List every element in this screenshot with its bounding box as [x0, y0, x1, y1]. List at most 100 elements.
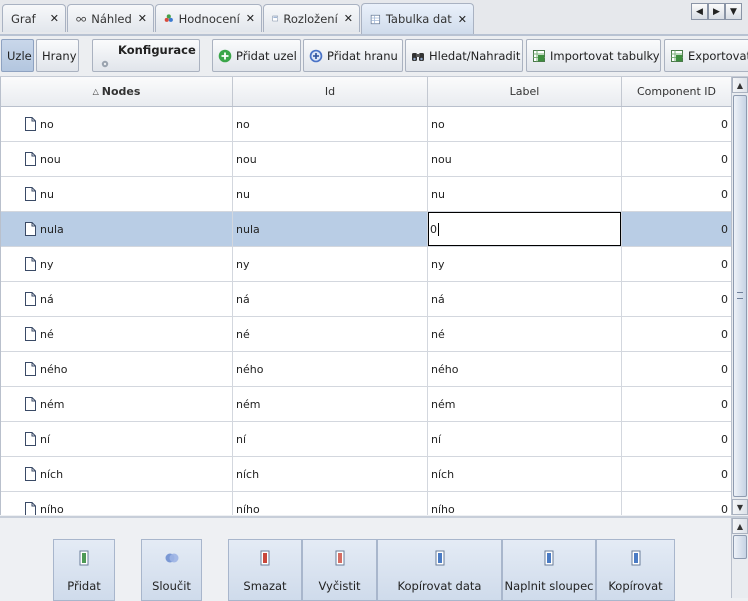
- scroll-down-icon[interactable]: ▼: [732, 499, 748, 515]
- import-spreadsheet-button[interactable]: Importovat tabulky: [526, 39, 661, 72]
- copy-button[interactable]: Kopírovat: [596, 539, 675, 601]
- close-icon[interactable]: ✕: [338, 12, 353, 25]
- table-cell-nodes[interactable]: ních: [1, 457, 233, 491]
- table-cell-component-id[interactable]: 0: [622, 177, 732, 211]
- column-header-component-id[interactable]: Component ID: [622, 77, 732, 106]
- tab-layout[interactable]: Rozložení ✕: [263, 4, 360, 32]
- close-icon[interactable]: ✕: [452, 13, 467, 26]
- table-cell-component-id[interactable]: 0: [622, 107, 732, 141]
- table-cell-label[interactable]: nou: [428, 142, 622, 176]
- table-cell-id[interactable]: nu: [233, 177, 428, 211]
- tab-graph[interactable]: Graf ✕: [2, 4, 66, 32]
- label-edit-field[interactable]: 0: [428, 212, 621, 246]
- column-header-id[interactable]: Id: [233, 77, 428, 106]
- table-cell-id[interactable]: ném: [233, 387, 428, 421]
- tab-scroll-left-icon[interactable]: ◀: [691, 3, 708, 20]
- table-cell-id[interactable]: ného: [233, 352, 428, 386]
- table-cell-id[interactable]: ní: [233, 422, 428, 456]
- table-cell-id[interactable]: ního: [233, 492, 428, 515]
- configuration-button[interactable]: Konfigurace: [92, 39, 200, 72]
- tab-statistics[interactable]: Hodnocení ✕: [155, 4, 262, 32]
- table-cell-label[interactable]: ního: [428, 492, 622, 515]
- fill-column-label: Naplnit sloupec: [504, 579, 594, 593]
- table-cell-label[interactable]: né: [428, 317, 622, 351]
- tab-scroll-right-icon[interactable]: ▶: [708, 3, 725, 20]
- table-cell-component-id[interactable]: 0: [622, 212, 732, 246]
- table-cell-label[interactable]: no: [428, 107, 622, 141]
- table-row[interactable]: ném ném ném 0: [1, 387, 732, 422]
- table-row[interactable]: né né né 0: [1, 317, 732, 352]
- table-cell-nodes[interactable]: né: [1, 317, 233, 351]
- tab-preview[interactable]: Náhled ✕: [67, 4, 154, 32]
- table-cell-id[interactable]: ních: [233, 457, 428, 491]
- table-cell-nodes[interactable]: nou: [1, 142, 233, 176]
- table-cell-component-id[interactable]: 0: [622, 387, 732, 421]
- table-row[interactable]: nu nu nu 0: [1, 177, 732, 212]
- nodes-toggle-button[interactable]: Uzle: [1, 39, 34, 72]
- delete-column-button[interactable]: Smazat: [228, 539, 302, 601]
- close-icon[interactable]: ✕: [240, 12, 255, 25]
- column-header-nodes[interactable]: △ Nodes: [1, 77, 233, 106]
- table-row[interactable]: ny ny ny 0: [1, 247, 732, 282]
- table-cell-nodes[interactable]: ního: [1, 492, 233, 515]
- table-cell-component-id[interactable]: 0: [622, 142, 732, 176]
- table-cell-component-id[interactable]: 0: [622, 282, 732, 316]
- table-cell-component-id[interactable]: 0: [622, 492, 732, 515]
- table-cell-nodes[interactable]: no: [1, 107, 233, 141]
- table-row[interactable]: ní ní ní 0: [1, 422, 732, 457]
- table-cell-id[interactable]: né: [233, 317, 428, 351]
- table-cell-label[interactable]: ná: [428, 282, 622, 316]
- scroll-up-icon[interactable]: ▲: [732, 518, 748, 534]
- close-icon[interactable]: ✕: [132, 12, 147, 25]
- column-header-label[interactable]: Label: [428, 77, 622, 106]
- panel-vertical-scrollbar[interactable]: ▲: [731, 518, 748, 598]
- table-cell-label[interactable]: nu: [428, 177, 622, 211]
- table-vertical-scrollbar[interactable]: ▲ ▼: [731, 77, 748, 515]
- table-row[interactable]: nou nou nou 0: [1, 142, 732, 177]
- table-row[interactable]: nula nula 0 0: [1, 212, 732, 247]
- close-icon[interactable]: ✕: [44, 12, 59, 25]
- scrollbar-thumb[interactable]: [733, 535, 747, 559]
- merge-columns-button[interactable]: Sloučit: [141, 539, 202, 601]
- table-cell-nodes[interactable]: ny: [1, 247, 233, 281]
- table-cell-id[interactable]: ná: [233, 282, 428, 316]
- table-cell-nodes[interactable]: ného: [1, 352, 233, 386]
- table-cell-label[interactable]: ny: [428, 247, 622, 281]
- add-column-button[interactable]: Přidat: [53, 539, 115, 601]
- add-edge-button[interactable]: Přidat hranu: [303, 39, 403, 72]
- fill-column-button[interactable]: Naplnit sloupec: [502, 539, 596, 601]
- table-row[interactable]: ného ného ného 0: [1, 352, 732, 387]
- table-row[interactable]: ná ná ná 0: [1, 282, 732, 317]
- table-cell-id[interactable]: nula: [233, 212, 428, 246]
- copy-data-button[interactable]: Kopírovat data: [377, 539, 502, 601]
- table-cell-label[interactable]: ného: [428, 352, 622, 386]
- scrollbar-thumb[interactable]: [733, 95, 747, 497]
- table-cell-component-id[interactable]: 0: [622, 422, 732, 456]
- find-replace-button[interactable]: Hledat/Nahradit: [405, 39, 523, 72]
- table-cell-component-id[interactable]: 0: [622, 317, 732, 351]
- edges-toggle-button[interactable]: Hrany: [36, 39, 79, 72]
- table-cell-component-id[interactable]: 0: [622, 457, 732, 491]
- table-cell-nodes[interactable]: ná: [1, 282, 233, 316]
- table-cell-label[interactable]: ném: [428, 387, 622, 421]
- table-cell-label[interactable]: ních: [428, 457, 622, 491]
- clear-column-button[interactable]: Vyčistit: [302, 539, 377, 601]
- table-cell-id[interactable]: ny: [233, 247, 428, 281]
- table-cell-nodes[interactable]: ném: [1, 387, 233, 421]
- table-row[interactable]: no no no 0: [1, 107, 732, 142]
- table-cell-id[interactable]: no: [233, 107, 428, 141]
- table-cell-component-id[interactable]: 0: [622, 247, 732, 281]
- table-cell-nodes[interactable]: nu: [1, 177, 233, 211]
- export-table-button[interactable]: Exportovat: [664, 39, 748, 72]
- table-row[interactable]: ních ních ních 0: [1, 457, 732, 492]
- tab-list-dropdown-icon[interactable]: ▼: [725, 3, 742, 20]
- table-row[interactable]: ního ního ního 0: [1, 492, 732, 515]
- scroll-up-icon[interactable]: ▲: [732, 77, 748, 93]
- tab-data-table[interactable]: Tabulka dat ✕: [361, 3, 474, 34]
- table-cell-component-id[interactable]: 0: [622, 352, 732, 386]
- table-cell-label[interactable]: ní: [428, 422, 622, 456]
- add-node-button[interactable]: Přidat uzel: [212, 39, 301, 72]
- table-cell-id[interactable]: nou: [233, 142, 428, 176]
- table-cell-nodes[interactable]: ní: [1, 422, 233, 456]
- table-cell-nodes[interactable]: nula: [1, 212, 233, 246]
